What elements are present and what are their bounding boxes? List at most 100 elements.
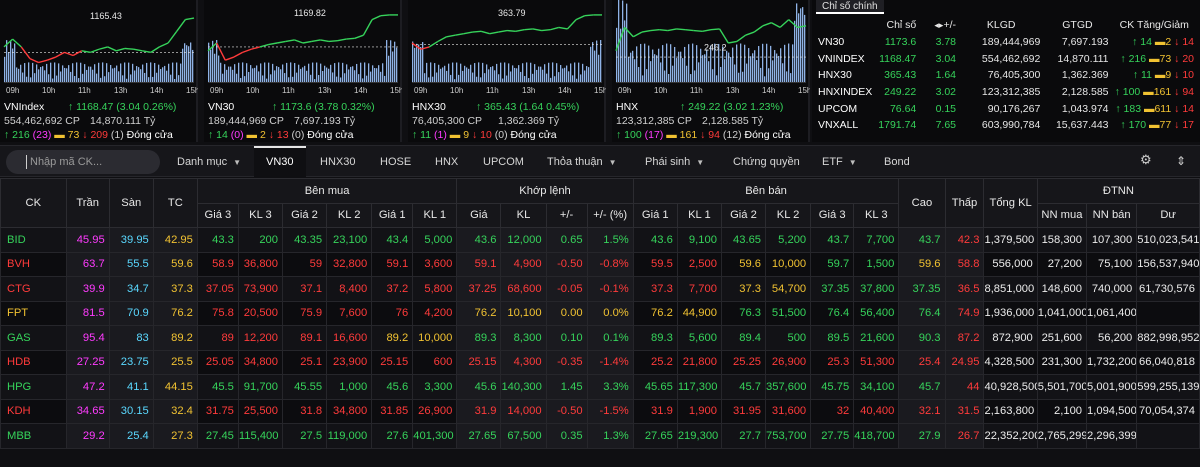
index-value: 76.64 bbox=[889, 102, 917, 115]
col-bid-vol-2[interactable]: KL 2 bbox=[326, 202, 373, 228]
board-row[interactable]: KDH 34.65 30.15 32.4 31.75 25,500 31.8 34,800 31… bbox=[0, 398, 1200, 424]
volume-bar bbox=[650, 61, 652, 82]
price-line bbox=[489, 31, 499, 35]
col-high[interactable]: Cao bbox=[898, 178, 946, 228]
cell-bid-price-2: 27.5 bbox=[281, 423, 328, 449]
board-row[interactable]: CTG 39.9 34.7 37.3 37.05 73,900 37.1 8,400 37.2 5… bbox=[0, 276, 1200, 302]
chart-hnx[interactable]: 246.2 09h 10h 11h 13h 14h 15h HNX ↑ 249.22 (3.0… bbox=[612, 0, 810, 142]
volume-bar bbox=[98, 62, 100, 82]
col-match-vol[interactable]: KL bbox=[500, 202, 547, 228]
board-row[interactable]: GAS 95.4 83 89.2 89 12,200 89.1 16,600 89.2 10,00… bbox=[0, 325, 1200, 351]
index-row[interactable]: VNINDEX 1168.47 3.04 554,462,692 14,870.111 ↑… bbox=[812, 51, 1200, 68]
tab-main-indices[interactable]: Chỉ số chính bbox=[816, 0, 884, 14]
cell-floor: 23.75 bbox=[108, 349, 154, 375]
col-foreign-buy[interactable]: NN mua bbox=[1036, 202, 1088, 228]
col-adv-dec[interactable]: CK Tăng/Giảm bbox=[1115, 16, 1200, 34]
cell-symbol[interactable]: BID bbox=[0, 227, 67, 253]
col-reference[interactable]: TC bbox=[152, 178, 198, 228]
index-row[interactable]: VN30 1173.6 3.78 189,444,969 7,697.193 ↑ 14 ▬… bbox=[812, 34, 1200, 51]
volume-bar bbox=[310, 74, 312, 82]
col-total-volume[interactable]: Tổng KL bbox=[983, 178, 1038, 228]
col-match-price[interactable]: Giá bbox=[456, 202, 502, 228]
col-ask-vol-3[interactable]: KL 3 bbox=[853, 202, 900, 228]
col-match-change[interactable]: +/- bbox=[545, 202, 588, 228]
cell-symbol[interactable]: CTG bbox=[0, 276, 67, 302]
col-floor[interactable]: Sàn bbox=[108, 178, 154, 228]
cell-symbol[interactable]: KDH bbox=[0, 398, 67, 424]
volume-bar bbox=[622, 0, 624, 82]
price-line bbox=[693, 29, 703, 32]
expand-icon[interactable]: ⇕ bbox=[1176, 152, 1190, 170]
adv-count: 183 bbox=[1123, 102, 1142, 115]
board-row[interactable]: HPG 47.2 41.1 44.15 45.5 91,700 45.55 1,000 45.6… bbox=[0, 374, 1200, 400]
cell-symbol[interactable]: BVH bbox=[0, 251, 67, 277]
cell-ask-vol-3: 21,600 bbox=[853, 325, 900, 351]
col-change[interactable]: ◂▸+/- bbox=[922, 16, 962, 34]
nav-derivatives[interactable]: Phái sinh ▼ bbox=[645, 146, 704, 178]
index-row[interactable]: VNXALL 1791.74 7.65 603,990,784 15,637.443 ↑ … bbox=[812, 117, 1200, 134]
nav-warrants[interactable]: Chứng quyền bbox=[733, 146, 800, 178]
col-low[interactable]: Thấp bbox=[944, 178, 985, 228]
index-row[interactable]: HNX30 365.43 1.64 76,405,300 1,362.369 ↑ 11 ▬… bbox=[812, 67, 1200, 84]
col-ask-price-2[interactable]: Giá 2 bbox=[720, 202, 767, 228]
col-ask-price-3[interactable]: Giá 3 bbox=[810, 202, 855, 228]
board-row[interactable]: HDB 27.25 23.75 25.5 25.05 34,800 25.1 23,900 25… bbox=[0, 349, 1200, 375]
group-foreign: ĐTNN bbox=[1036, 178, 1200, 204]
col-match-pct[interactable]: +/- (%) bbox=[586, 202, 634, 228]
gear-icon[interactable]: ⚙ bbox=[1140, 153, 1154, 167]
chart-hnx30[interactable]: 363.79 09h 10h 11h 13h 14h 15h HNX30 ↑ 365.43 (… bbox=[408, 0, 606, 142]
cell-symbol[interactable]: MBB bbox=[0, 423, 67, 449]
volume-bar bbox=[30, 77, 32, 82]
cell-symbol[interactable]: HDB bbox=[0, 349, 67, 375]
nav-hnx30[interactable]: HNX30 bbox=[320, 146, 355, 178]
index-row[interactable]: HNXINDEX 249.22 3.02 123,312,385 2,128.585 ↑ … bbox=[812, 84, 1200, 101]
col-bid-vol-1[interactable]: KL 1 bbox=[412, 202, 458, 228]
board-row[interactable]: BVH 63.7 55.5 59.6 58.9 36,800 59 32,800 59.1 3,6… bbox=[0, 251, 1200, 277]
nav-put-through[interactable]: Thỏa thuận ▼ bbox=[547, 146, 617, 178]
nav-hnx[interactable]: HNX bbox=[435, 146, 458, 178]
col-value[interactable]: Chỉ số bbox=[878, 16, 922, 34]
index-adv-dec: ↑ 216 ▬73 ↓ 20 bbox=[1115, 51, 1200, 68]
col-bid-price-3[interactable]: Giá 3 bbox=[196, 202, 239, 228]
nav-upcom[interactable]: UPCOM bbox=[483, 146, 524, 178]
col-bid-price-2[interactable]: Giá 2 bbox=[281, 202, 328, 228]
col-ceiling[interactable]: Trần bbox=[65, 178, 110, 228]
nav-etf[interactable]: ETF ▼ bbox=[822, 146, 857, 178]
board-row[interactable]: BID 45.95 39.95 42.95 43.3 200 43.35 23,100 43.4… bbox=[0, 227, 1200, 253]
col-bid-vol-3[interactable]: KL 3 bbox=[237, 202, 283, 228]
cell-symbol[interactable]: GAS bbox=[0, 325, 67, 351]
volume-bar bbox=[6, 40, 8, 82]
col-bid-price-1[interactable]: Giá 1 bbox=[371, 202, 414, 228]
nav-bond[interactable]: Bond bbox=[884, 146, 910, 178]
cell-ask-price-1: 25.2 bbox=[632, 349, 678, 375]
volume-bar bbox=[226, 69, 228, 82]
col-foreign-sell[interactable]: NN bán bbox=[1086, 202, 1138, 228]
volume-bar bbox=[732, 47, 734, 82]
cell-symbol[interactable]: HPG bbox=[0, 374, 67, 400]
col-ask-price-1[interactable]: Giá 1 bbox=[632, 202, 678, 228]
col-gtgd[interactable]: GTGD bbox=[1046, 16, 1114, 34]
nav-vn30[interactable]: VN30 bbox=[254, 146, 306, 178]
col-klgd[interactable]: KLGD bbox=[962, 16, 1046, 34]
nav-watchlist[interactable]: Danh mục ▼ bbox=[177, 146, 241, 178]
cell-match-vol: 68,600 bbox=[500, 276, 547, 302]
chart-vn30[interactable]: 1169.82 09h 10h 11h 13h 14h 15h VN30 ↑ 1173.6 (… bbox=[204, 0, 402, 142]
cell-reference: 32.4 bbox=[152, 398, 198, 424]
dec-count: 94 bbox=[708, 129, 720, 141]
volume-bar bbox=[32, 62, 34, 82]
board-row[interactable]: FPT 81.5 70.9 76.2 75.8 20,500 75.9 7,600 76 4,20… bbox=[0, 300, 1200, 326]
stock-search-input[interactable] bbox=[6, 150, 160, 174]
x-tick-label: 15h bbox=[798, 86, 810, 95]
cell-symbol[interactable]: FPT bbox=[0, 300, 67, 326]
col-ask-vol-2[interactable]: KL 2 bbox=[765, 202, 812, 228]
board-row[interactable]: MBB 29.2 25.4 27.3 27.45 115,400 27.5 119,000 27… bbox=[0, 423, 1200, 449]
chart-vnindex[interactable]: 1165.43 09h 10h 11h 13h 14h 15h VNIndex ↑ 1168.… bbox=[0, 0, 198, 142]
cell-bid-vol-3: 115,400 bbox=[237, 423, 283, 449]
index-row[interactable]: UPCOM 76.64 0.15 90,176,267 1,043.974 ↑ 183 ▬… bbox=[812, 100, 1200, 117]
col-ask-vol-1[interactable]: KL 1 bbox=[676, 202, 722, 228]
price-line bbox=[515, 29, 525, 32]
col-foreign-room[interactable]: Dư bbox=[1136, 202, 1200, 228]
nav-hose[interactable]: HOSE bbox=[380, 146, 411, 178]
col-symbol[interactable]: CK bbox=[0, 178, 67, 228]
price-line bbox=[320, 39, 330, 43]
